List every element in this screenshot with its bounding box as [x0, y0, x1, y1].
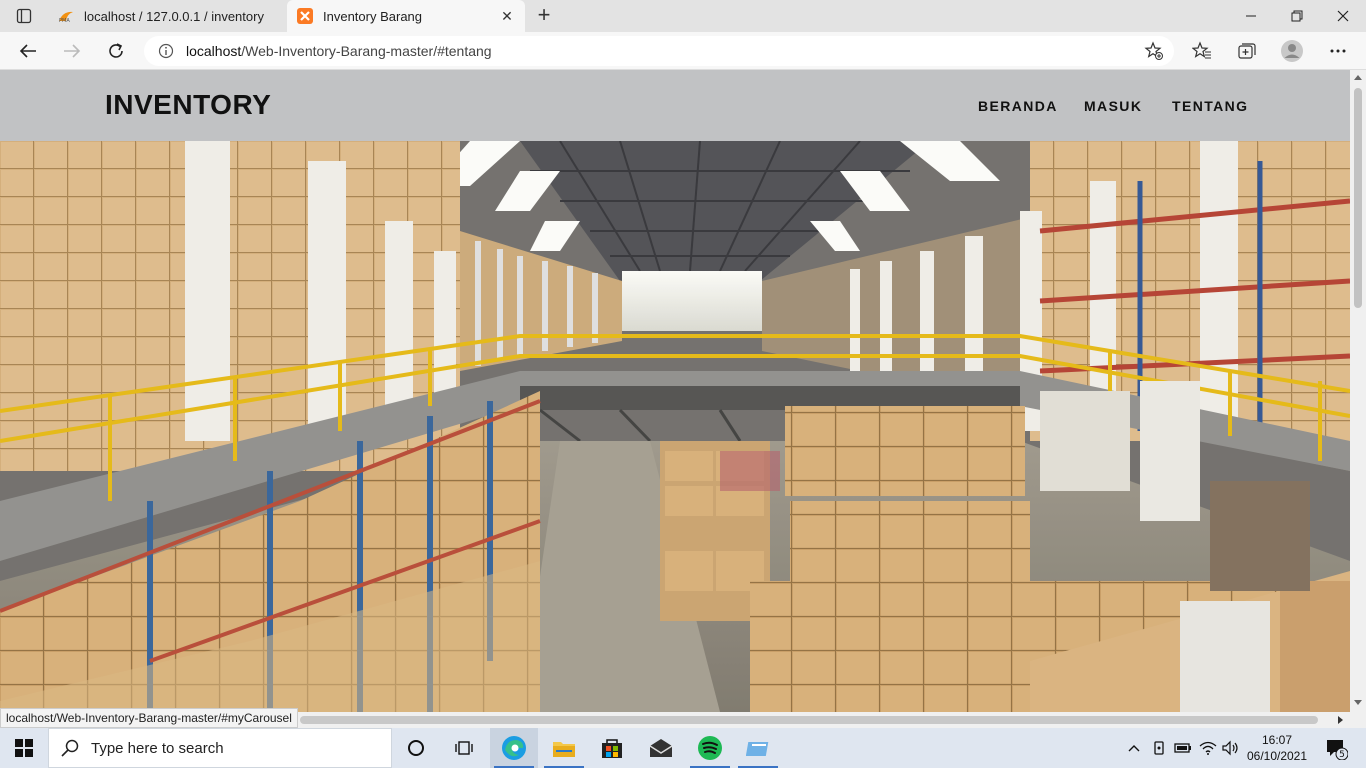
clock-date: 06/10/2021	[1246, 749, 1308, 763]
back-arrow-icon[interactable]	[14, 37, 42, 65]
site-navbar: INVENTORY BERANDA MASUK TENTANG	[0, 70, 1350, 141]
windows-taskbar: Type here to search 16:07 06/10/2021 5	[0, 728, 1366, 768]
tab-actions-icon[interactable]	[8, 6, 40, 26]
site-brand[interactable]: INVENTORY	[105, 89, 271, 121]
battery-icon[interactable]	[1172, 728, 1194, 768]
browser-toolbar: localhost/Web-Inventory-Barang-master/#t…	[0, 32, 1366, 70]
scroll-down-icon[interactable]	[1354, 700, 1362, 706]
scrollbar-corner	[1350, 712, 1366, 728]
file-explorer-icon[interactable]	[540, 728, 588, 768]
site-info-icon[interactable]	[158, 43, 174, 59]
web-page: INVENTORY BERANDA MASUK TENTANG	[0, 70, 1350, 712]
mail-icon[interactable]	[637, 728, 685, 768]
address-bar[interactable]: localhost/Web-Inventory-Barang-master/#t…	[144, 36, 1174, 66]
profile-avatar-icon[interactable]	[1278, 37, 1306, 65]
task-view-icon[interactable]	[440, 728, 488, 768]
phpmyadmin-icon: PMA	[58, 8, 74, 24]
app-window-icon[interactable]	[734, 728, 782, 768]
taskbar-search-box[interactable]: Type here to search	[48, 728, 392, 768]
new-tab-icon[interactable]: +	[532, 4, 556, 28]
browser-tab-bar: PMA localhost / 127.0.0.1 / inventory In…	[0, 0, 1366, 32]
add-favorite-icon[interactable]	[1140, 37, 1168, 65]
search-icon	[61, 739, 81, 757]
url-host: localhost	[186, 43, 242, 59]
xampp-icon	[297, 8, 313, 24]
tab-title: Inventory Barang	[323, 8, 423, 24]
cortana-icon[interactable]	[392, 728, 440, 768]
refresh-icon[interactable]	[102, 37, 130, 65]
hero-carousel[interactable]	[0, 141, 1350, 712]
tab-inventory-barang[interactable]: Inventory Barang ✕	[287, 0, 525, 32]
nav-tentang[interactable]: TENTANG	[1172, 98, 1248, 114]
microsoft-store-icon[interactable]	[588, 728, 636, 768]
vertical-scrollbar[interactable]	[1350, 70, 1366, 712]
start-windows-icon[interactable]	[0, 728, 48, 768]
nav-masuk[interactable]: MASUK	[1084, 98, 1142, 114]
tab-title: localhost / 127.0.0.1 / inventory	[84, 8, 264, 24]
scroll-right-icon[interactable]	[1338, 716, 1344, 724]
volume-icon[interactable]	[1220, 728, 1242, 768]
restore-icon[interactable]	[1274, 0, 1320, 32]
taskbar-clock[interactable]: 16:07 06/10/2021	[1242, 732, 1312, 764]
clock-time: 16:07	[1261, 733, 1293, 747]
warehouse-photo	[0, 141, 1350, 712]
svg-text:PMA: PMA	[59, 18, 70, 23]
notification-count: 5	[1339, 750, 1345, 760]
minimize-icon[interactable]	[1228, 0, 1274, 32]
vertical-scroll-thumb[interactable]	[1354, 88, 1362, 308]
search-placeholder: Type here to search	[91, 739, 224, 757]
collections-icon[interactable]	[1232, 37, 1260, 65]
spotify-icon[interactable]	[686, 728, 734, 768]
close-window-icon[interactable]	[1320, 0, 1366, 32]
status-link-preview: localhost/Web-Inventory-Barang-master/#m…	[0, 708, 298, 728]
horizontal-scroll-thumb[interactable]	[300, 716, 1318, 724]
more-menu-icon[interactable]	[1324, 37, 1352, 65]
notifications-icon[interactable]: 5	[1318, 728, 1354, 768]
url-path: /Web-Inventory-Barang-master/#tentang	[241, 43, 492, 59]
close-tab-icon[interactable]: ✕	[495, 4, 519, 28]
device-icon[interactable]	[1148, 728, 1170, 768]
forward-arrow-icon[interactable]	[58, 37, 86, 65]
scroll-up-icon[interactable]	[1354, 74, 1362, 80]
nav-beranda[interactable]: BERANDA	[978, 98, 1058, 114]
favorites-icon[interactable]	[1188, 37, 1216, 65]
wifi-icon[interactable]	[1196, 728, 1220, 768]
tab-phpmyadmin[interactable]: PMA localhost / 127.0.0.1 / inventory	[48, 0, 286, 32]
show-hidden-icons-icon[interactable]	[1124, 728, 1144, 768]
edge-browser-icon[interactable]	[490, 728, 538, 768]
